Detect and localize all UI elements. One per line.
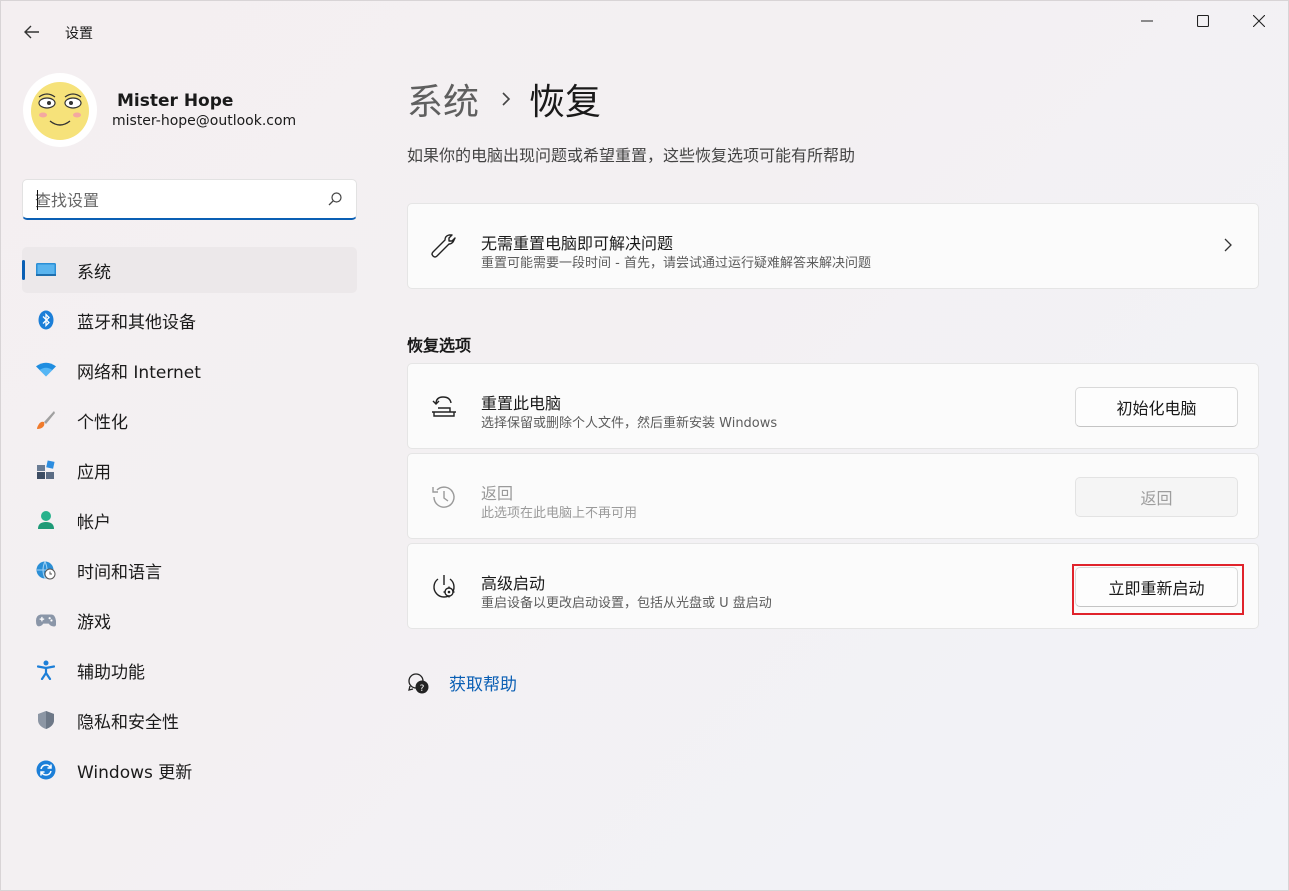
go-back-button: 返回: [1075, 477, 1238, 517]
chevron-right-icon: [1224, 238, 1232, 252]
sidebar-item-time-language[interactable]: 时间和语言: [22, 547, 357, 593]
sidebar-item-label: 辅助功能: [77, 662, 145, 683]
apps-icon: [36, 460, 56, 480]
help-icon: ?: [408, 672, 429, 694]
sidebar-item-accounts[interactable]: 帐户: [22, 497, 357, 543]
card-subtitle: 此选项在此电脑上不再可用: [481, 506, 638, 521]
wifi-icon: [36, 360, 56, 380]
smiley-face-icon: [31, 82, 89, 140]
page-title: 恢复: [529, 82, 602, 123]
settings-window: 设置 Mister Hope mister-hope@outlook.com 查…: [0, 0, 1289, 891]
sidebar-item-privacy-security[interactable]: 隐私和安全性: [22, 697, 357, 743]
sidebar-item-label: 应用: [77, 462, 111, 483]
card-subtitle: 重置可能需要一段时间 - 首先，请尝试通过运行疑难解答来解决问题: [481, 256, 871, 271]
sidebar-nav: 系统 蓝牙和其他设备 网络和 Internet 个性化 应用 帐户 时间和语言 …: [22, 247, 357, 797]
maximize-button[interactable]: [1175, 1, 1231, 41]
account-icon: [36, 510, 56, 530]
text-caret: [37, 190, 38, 210]
shield-icon: [36, 710, 56, 730]
sidebar-item-label: 时间和语言: [77, 562, 162, 583]
breadcrumb-parent[interactable]: 系统: [407, 73, 479, 125]
maximize-icon: [1197, 15, 1209, 27]
reset-pc-icon: [430, 393, 458, 421]
sidebar-item-label: 系统: [77, 262, 111, 283]
sidebar-item-label: 隐私和安全性: [77, 712, 179, 733]
close-icon: [1253, 15, 1265, 27]
sidebar-item-label: 帐户: [77, 512, 111, 533]
search-box[interactable]: [22, 179, 357, 220]
app-title: 设置: [65, 26, 93, 42]
sidebar-item-label: 个性化: [77, 412, 128, 433]
user-email: mister-hope@outlook.com: [112, 113, 297, 129]
back-arrow-icon: [24, 25, 39, 39]
user-name: Mister Hope: [117, 91, 234, 111]
card-title: 高级启动: [481, 574, 546, 593]
globe-clock-icon: [36, 560, 56, 580]
section-heading: 恢复选项: [407, 336, 472, 355]
troubleshoot-card[interactable]: 无需重置电脑即可解决问题 重置可能需要一段时间 - 首先，请尝试通过运行疑难解答…: [407, 203, 1259, 289]
sidebar-item-network[interactable]: 网络和 Internet: [22, 347, 357, 393]
title-bar: 设置: [1, 1, 1288, 49]
page-description: 如果你的电脑出现问题或希望重置，这些恢复选项可能有所帮助: [407, 146, 856, 165]
back-button[interactable]: [15, 15, 49, 49]
paintbrush-icon: [36, 410, 56, 430]
highlight-annotation: [1072, 564, 1244, 615]
card-title: 返回: [481, 484, 514, 503]
breadcrumb: 系统 恢复: [407, 73, 601, 125]
wrench-icon: [430, 233, 458, 261]
card-title: 重置此电脑: [481, 394, 562, 413]
search-icon[interactable]: [328, 192, 342, 206]
svg-text:?: ?: [420, 684, 425, 694]
card-subtitle: 重启设备以更改启动设置，包括从光盘或 U 盘启动: [481, 596, 772, 611]
avatar[interactable]: [23, 73, 97, 147]
search-input[interactable]: [35, 188, 315, 212]
close-button[interactable]: [1231, 1, 1287, 41]
windows-update-icon: [36, 760, 56, 780]
sidebar-item-label: Windows 更新: [77, 762, 193, 783]
sidebar-item-bluetooth[interactable]: 蓝牙和其他设备: [22, 297, 357, 343]
active-indicator: [22, 260, 25, 280]
breadcrumb-chevron-icon: [501, 91, 511, 107]
gamepad-icon: [36, 610, 56, 630]
get-help-label[interactable]: 获取帮助: [449, 670, 517, 695]
reset-pc-card: 重置此电脑 选择保留或删除个人文件，然后重新安装 Windows 初始化电脑: [407, 363, 1259, 449]
system-display-icon: [36, 260, 56, 280]
bluetooth-icon: [36, 310, 56, 330]
minimize-icon: [1141, 20, 1153, 22]
sidebar-item-label: 网络和 Internet: [77, 362, 201, 383]
sidebar-item-gaming[interactable]: 游戏: [22, 597, 357, 643]
sidebar-item-personalization[interactable]: 个性化: [22, 397, 357, 443]
sidebar-item-accessibility[interactable]: 辅助功能: [22, 647, 357, 693]
sidebar-item-label: 蓝牙和其他设备: [77, 312, 196, 333]
card-subtitle: 选择保留或删除个人文件，然后重新安装 Windows: [481, 416, 778, 431]
go-back-card: 返回 此选项在此电脑上不再可用 返回: [407, 453, 1259, 539]
minimize-button[interactable]: [1119, 1, 1175, 41]
card-title: 无需重置电脑即可解决问题: [481, 234, 674, 253]
sidebar-item-apps[interactable]: 应用: [22, 447, 357, 493]
history-icon: [430, 483, 458, 511]
sidebar-item-windows-update[interactable]: Windows 更新: [22, 747, 357, 793]
sidebar-item-label: 游戏: [77, 612, 111, 633]
advanced-startup-icon: [430, 573, 458, 601]
get-help-link[interactable]: ? 获取帮助: [407, 670, 517, 695]
accessibility-icon: [36, 660, 56, 680]
sidebar-item-system[interactable]: 系统: [22, 247, 357, 293]
reset-pc-button[interactable]: 初始化电脑: [1075, 387, 1238, 427]
